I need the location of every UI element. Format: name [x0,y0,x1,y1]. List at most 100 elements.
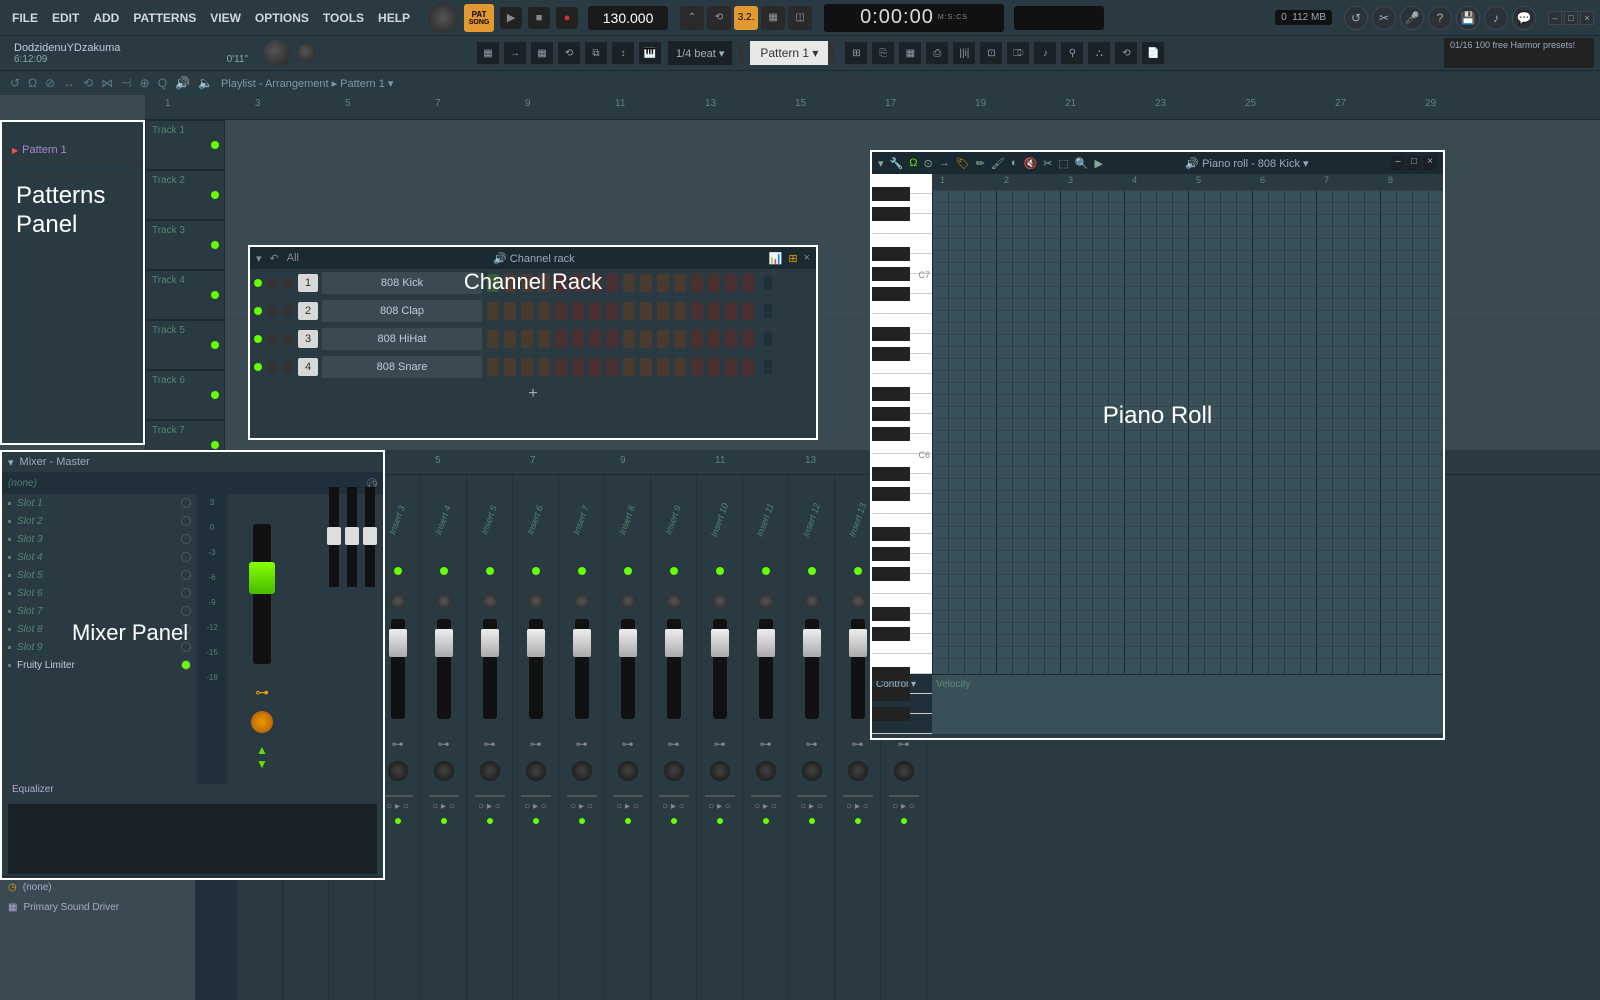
strip-fader[interactable] [713,619,727,719]
output-icon[interactable]: ▦ [8,902,17,913]
strip-led[interactable] [486,567,494,575]
channel-name[interactable]: 808 Kick [322,272,482,294]
send-dot[interactable] [671,818,677,824]
pattern-selector[interactable]: Pattern 1 ▾ [750,41,828,65]
mixer-out-none[interactable]: (none) [23,882,52,893]
pr-magnet-icon[interactable]: Ω [909,157,917,169]
piano-roll-titlebar[interactable]: ▾ 🔧 Ω ⊙ → 🏷 ✏ 🖌 ◐ 🔇 ✂ ⬚ 🔍 ▶ 🔊 Piano roll… [872,152,1443,174]
send-dot[interactable] [487,818,493,824]
step-button[interactable] [538,330,550,348]
stop-button[interactable]: ■ [528,7,550,29]
mixer-input[interactable]: (none) [8,478,37,489]
strip-led[interactable] [394,567,402,575]
close-button[interactable]: × [1580,11,1594,25]
menu-options[interactable]: OPTIONS [249,7,315,29]
link-icon[interactable]: ⊶ [255,684,269,701]
step-button[interactable] [691,330,703,348]
strip-fader[interactable] [759,619,773,719]
strip-knob[interactable] [666,593,682,609]
tb2b-icon-11[interactable]: 📄 [1141,41,1165,65]
step-button[interactable] [708,358,720,376]
slot-enable[interactable] [181,588,191,598]
send-dot[interactable] [395,818,401,824]
step-button[interactable] [606,358,618,376]
channel-vol-knob[interactable] [282,305,294,317]
step-button[interactable] [657,330,669,348]
record-button[interactable]: ● [556,7,578,29]
cut-icon[interactable]: ✂ [1372,6,1396,30]
pr-arrow-icon[interactable]: → [939,157,950,169]
fx-slot[interactable]: Slot 7 [2,602,197,620]
slot-enable[interactable] [181,570,191,580]
channel-number[interactable]: 2 [298,302,318,320]
step-button[interactable] [725,358,737,376]
mixer-strip[interactable]: Insert 10 ⊶ ○ ▸ ○ [697,475,743,1000]
view-channel-icon[interactable]: ▦ [898,41,922,65]
strip-pan[interactable] [434,761,454,781]
snap-tool-1[interactable]: ⌃ [680,6,704,30]
master-strip-big[interactable]: ⊶ ▲▼ [227,494,297,784]
strip-fader[interactable] [575,619,589,719]
strip-knob[interactable] [574,593,590,609]
link-icon[interactable]: ⊶ [714,737,726,751]
channel-select[interactable] [764,276,772,290]
cr-grid-icon[interactable]: ⊞ [788,252,797,265]
step-button[interactable] [606,274,618,292]
step-button[interactable] [572,302,584,320]
send-dot[interactable] [717,818,723,824]
link-icon[interactable]: ⊶ [530,737,542,751]
strip-knob[interactable] [482,593,498,609]
tb2-icon-2[interactable]: ▦ [530,41,554,65]
render-icon[interactable]: ♪ [1484,6,1508,30]
menu-edit[interactable]: EDIT [46,7,85,29]
strip-led[interactable] [808,567,816,575]
strip-pan[interactable] [802,761,822,781]
step-button[interactable] [640,302,652,320]
pr-close-button[interactable]: × [1423,156,1437,170]
track-led[interactable] [211,441,219,449]
bt-icon-3[interactable]: ↔ [63,76,75,90]
pr-wrench-icon[interactable]: 🔧 [890,157,904,170]
visualizer[interactable] [1014,6,1104,30]
cr-filter[interactable]: All [287,252,299,264]
bt-icon-10[interactable]: 🔈 [198,76,213,90]
cr-menu-icon[interactable]: ▾ [256,252,262,265]
fx-slot[interactable]: Slot 5 [2,566,197,584]
cr-graph-icon[interactable]: 📊 [769,252,783,265]
step-button[interactable] [504,330,516,348]
menu-patterns[interactable]: PATTERNS [127,7,202,29]
pr-min-button[interactable]: – [1391,156,1405,170]
bt-icon-0[interactable]: ↺ [10,76,20,90]
mixer-strip[interactable]: Insert 11 ⊶ ○ ▸ ○ [743,475,789,1000]
pr-select-icon[interactable]: ⬚ [1058,157,1068,170]
pr-stamp-icon[interactable]: ⊙ [923,157,932,170]
pr-mute-icon[interactable]: 🔇 [1024,157,1038,170]
bt-icon-6[interactable]: ⊣ [121,76,131,90]
slot-enable[interactable] [181,660,191,670]
step-button[interactable] [623,358,635,376]
channel-vol-knob[interactable] [282,333,294,345]
fx-slot[interactable]: Slot 2 [2,512,197,530]
view-playlist-icon[interactable]: ⊞ [844,41,868,65]
strip-led[interactable] [624,567,632,575]
channel-led[interactable] [254,279,262,287]
step-button[interactable] [504,302,516,320]
slot-enable[interactable] [181,606,191,616]
strip-pan[interactable] [894,761,914,781]
channel-led[interactable] [254,363,262,371]
send-dot[interactable] [855,818,861,824]
step-button[interactable] [674,302,686,320]
step-button[interactable] [623,302,635,320]
fx-slot[interactable]: Slot 1 [2,494,197,512]
snap-selector[interactable]: 1/4 beat ▾ [668,41,732,65]
strip-fader[interactable] [483,619,497,719]
tb2-icon-5[interactable]: ↕ [611,41,635,65]
strip-led[interactable] [762,567,770,575]
step-button[interactable] [589,358,601,376]
channel-led[interactable] [254,335,262,343]
tb2b-icon-10[interactable]: ⟲ [1114,41,1138,65]
pr-erase-icon[interactable]: ◐ [1011,157,1018,169]
pr-paint-icon[interactable]: 🖌 [991,157,1005,170]
channel-pan-knob[interactable] [266,277,278,289]
pr-zoom-icon[interactable]: 🔍 [1075,157,1089,170]
